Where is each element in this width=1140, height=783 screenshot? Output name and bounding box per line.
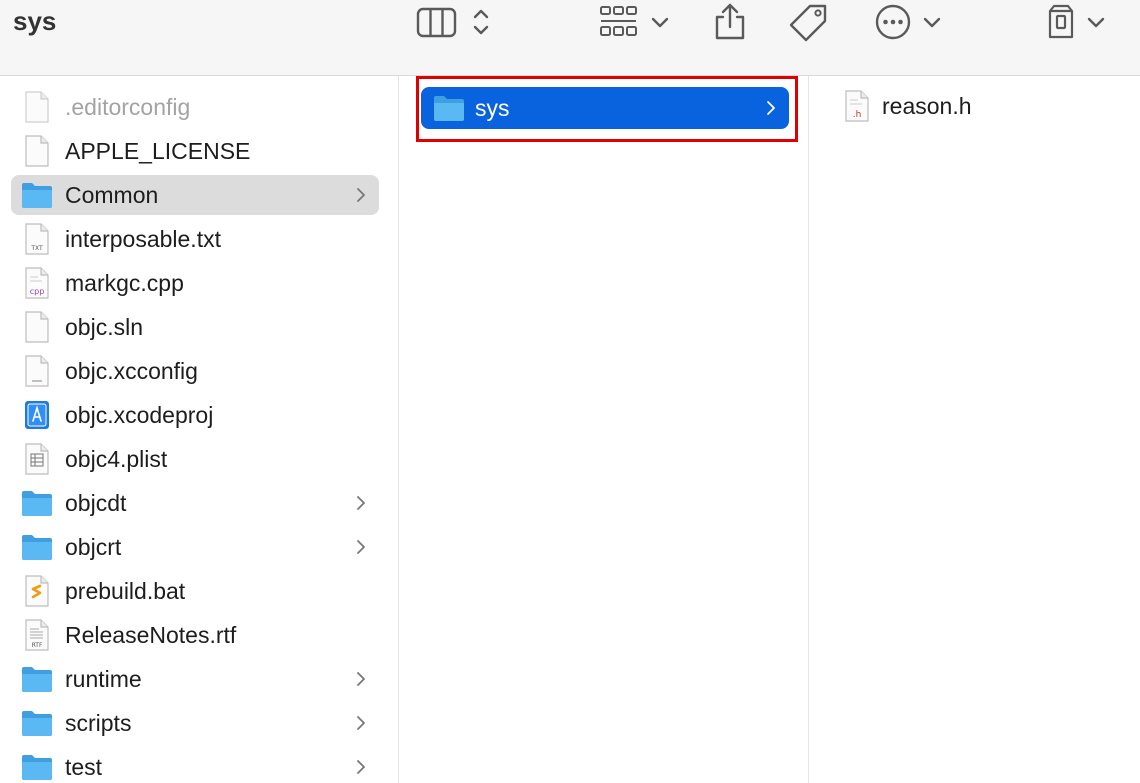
cpp-file-icon: cpp: [25, 267, 49, 299]
rtf-file-icon: RTF: [25, 619, 49, 651]
item-label: runtime: [65, 665, 142, 692]
plist-file-icon: [25, 443, 49, 475]
header-file-icon: .h: [845, 90, 869, 122]
item-label: reason.h: [882, 92, 972, 119]
chevron-right-icon: [357, 716, 365, 730]
storage-icon: [1048, 4, 1074, 39]
view-mode-button[interactable]: [416, 2, 494, 42]
item-label: APPLE_LICENSE: [65, 137, 251, 164]
list-item-objc-sln[interactable]: objc.sln: [11, 307, 379, 347]
document-icon: [25, 91, 49, 123]
item-label: markgc.cpp: [65, 269, 184, 296]
folder-icon: [22, 535, 52, 560]
share-button[interactable]: [712, 2, 748, 42]
group-button[interactable]: [598, 2, 672, 42]
chevron-down-icon: [651, 17, 669, 28]
chevron-right-icon: [357, 496, 365, 510]
updown-chevron-icon: [473, 9, 489, 35]
file-badge: RTF: [32, 642, 43, 649]
list-item-prebuild[interactable]: prebuild.bat: [11, 571, 379, 611]
list-item-objc-xcodeproj[interactable]: objc.xcodeproj: [11, 395, 379, 435]
document-icon: [25, 311, 49, 343]
text-file-icon: TXT: [25, 223, 49, 255]
list-item-markgc[interactable]: cpp markgc.cpp: [11, 263, 379, 303]
config-file-icon: [25, 355, 49, 387]
item-label: objcdt: [65, 489, 127, 516]
item-label: .editorconfig: [65, 93, 191, 120]
document-icon: [25, 135, 49, 167]
folder-icon: [22, 183, 52, 208]
item-label: objc.sln: [65, 313, 143, 340]
more-actions-button[interactable]: [874, 2, 944, 42]
item-label: Common: [65, 181, 159, 208]
list-item-objcrt[interactable]: objcrt: [11, 527, 379, 567]
toolbar: sys: [0, 0, 1140, 76]
list-item-editorconfig[interactable]: .editorconfig: [11, 87, 379, 127]
item-label: objcrt: [65, 533, 122, 560]
item-label: objc.xcconfig: [65, 357, 198, 384]
chevron-right-icon: [357, 188, 365, 202]
folder-icon: [22, 667, 52, 692]
chevron-down-icon: [923, 17, 941, 28]
item-label: ReleaseNotes.rtf: [65, 621, 237, 648]
column-1: .editorconfig APPLE_LICENSE Common TXT i…: [0, 76, 399, 783]
chevron-right-icon: [357, 540, 365, 554]
file-badge: .h: [853, 110, 862, 120]
columns-view-icon: [416, 7, 457, 38]
file-badge: cpp: [30, 287, 45, 296]
share-icon: [715, 3, 745, 40]
item-label: interposable.txt: [65, 225, 221, 252]
column-3: .h reason.h: [810, 76, 1140, 783]
folder-icon: [22, 711, 52, 736]
list-item-interposable[interactable]: TXT interposable.txt: [11, 219, 379, 259]
column-2: sys: [400, 76, 809, 783]
list-item-test[interactable]: test: [11, 747, 379, 783]
xcodeproj-icon: [25, 401, 49, 429]
storage-button[interactable]: [1044, 2, 1108, 42]
tag-icon: [789, 4, 827, 42]
folder-icon: [22, 755, 52, 780]
group-grid-icon: [600, 6, 637, 36]
list-item-objc4-plist[interactable]: objc4.plist: [11, 439, 379, 479]
highlight-box: [416, 76, 798, 142]
more-icon: [875, 4, 911, 40]
list-item-objc-xcconfig[interactable]: objc.xcconfig: [11, 351, 379, 391]
list-item-apple-license[interactable]: APPLE_LICENSE: [11, 131, 379, 171]
chevron-right-icon: [357, 672, 365, 686]
chevron-right-icon: [357, 760, 365, 774]
file-badge: TXT: [30, 245, 43, 252]
list-item-objcdt[interactable]: objcdt: [11, 483, 379, 523]
item-label: test: [65, 753, 103, 780]
list-item-scripts[interactable]: scripts: [11, 703, 379, 743]
list-item-common[interactable]: Common: [11, 175, 379, 215]
chevron-down-icon: [1087, 17, 1105, 28]
item-label: objc.xcodeproj: [65, 401, 214, 428]
list-item-releasenotes[interactable]: RTF ReleaseNotes.rtf: [11, 615, 379, 655]
item-label: prebuild.bat: [65, 577, 186, 604]
folder-icon: [22, 491, 52, 516]
list-item-reason-h[interactable]: .h reason.h: [844, 90, 972, 122]
window-title: sys: [13, 6, 57, 36]
item-label: objc4.plist: [65, 445, 168, 472]
tag-button[interactable]: [786, 2, 830, 42]
list-item-runtime[interactable]: runtime: [11, 659, 379, 699]
item-label: scripts: [65, 709, 132, 736]
script-file-icon: [25, 575, 49, 607]
